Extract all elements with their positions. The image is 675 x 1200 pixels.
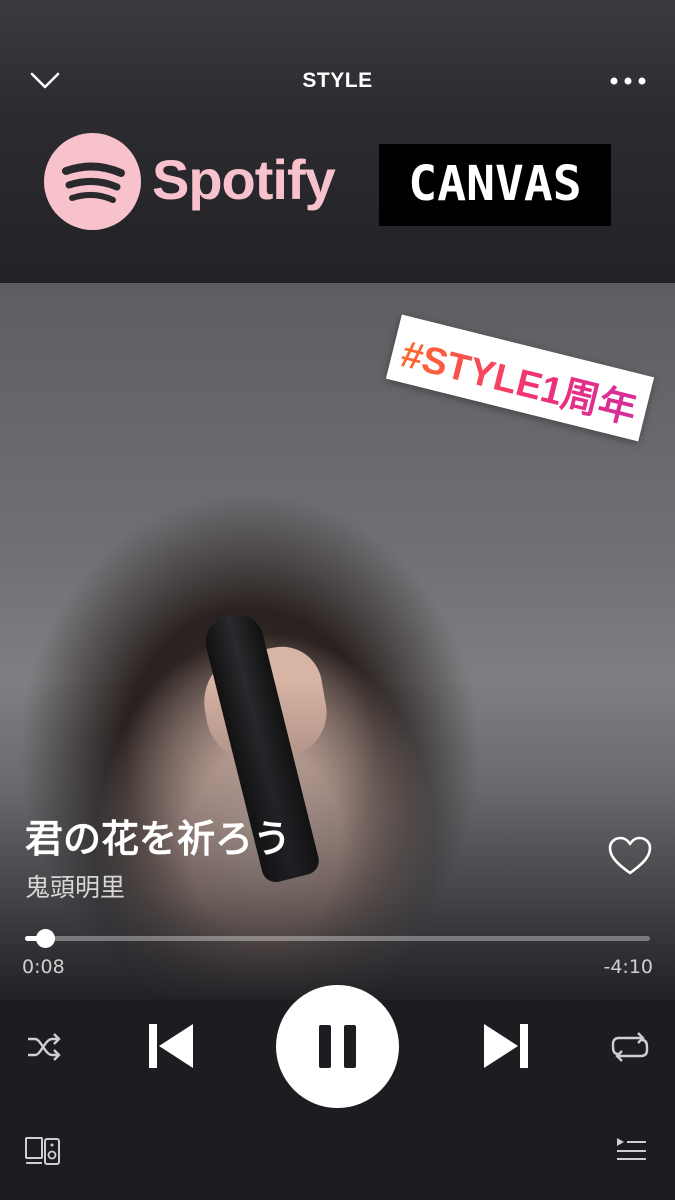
now-playing-header: STYLE [0,55,675,111]
spotify-logo-icon [44,133,141,230]
pause-button[interactable] [276,985,399,1108]
spotify-wordmark: Spotify [152,148,336,211]
canvas-badge: CANVAS [379,144,611,226]
queue-icon[interactable] [614,1135,648,1167]
canvas-label: CANVAS [408,156,582,212]
repeat-icon[interactable] [610,1030,650,1064]
track-title[interactable]: 君の花を祈ろう [25,808,291,863]
shuffle-icon[interactable] [25,1030,63,1064]
heart-outline-icon[interactable] [608,836,652,876]
devices-icon[interactable] [24,1135,62,1167]
progress-handle[interactable] [36,929,55,948]
progress-bar[interactable] [25,929,650,948]
more-options-icon[interactable] [608,75,648,87]
skip-previous-icon[interactable] [145,1020,197,1072]
context-title: STYLE [302,69,373,92]
elapsed-time: 0:08 [22,956,65,978]
skip-next-icon[interactable] [480,1020,532,1072]
remaining-time: -4:10 [603,956,653,978]
track-artist[interactable]: 鬼頭明里 [25,868,125,904]
pause-icon [319,1025,331,1068]
pause-icon [344,1025,356,1068]
